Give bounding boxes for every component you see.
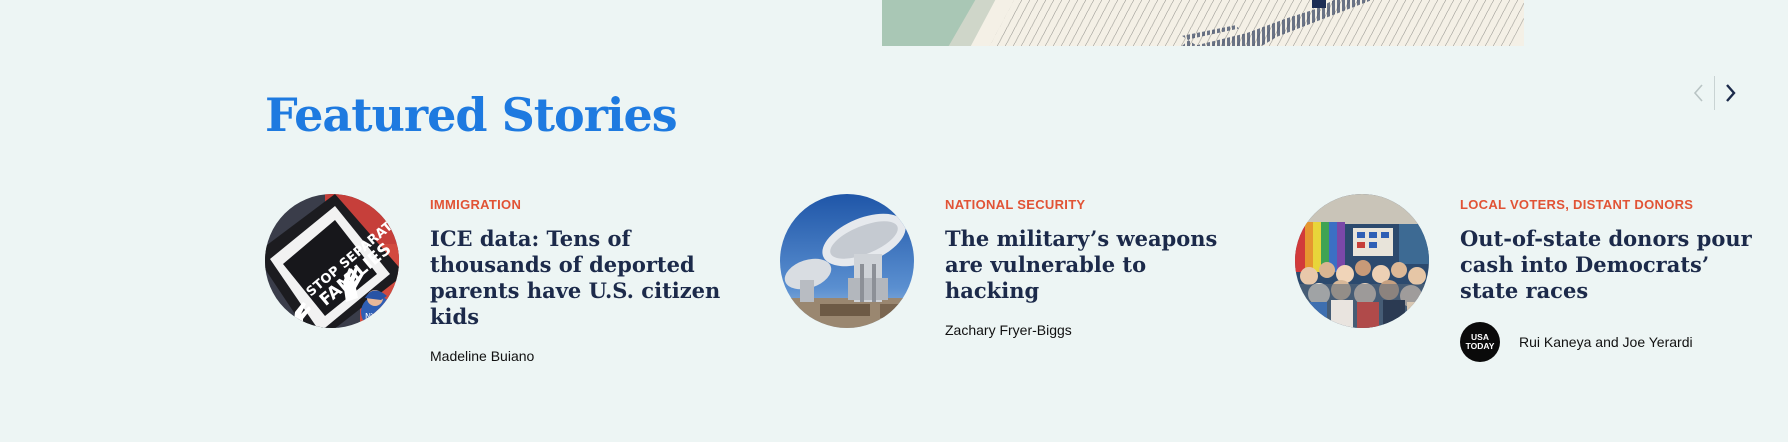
usa-today-logo-text: USA TODAY xyxy=(1465,332,1495,351)
author-joiner: and xyxy=(1595,334,1619,350)
carousel-next-button[interactable] xyxy=(1715,76,1745,110)
story-category[interactable]: IMMIGRATION xyxy=(430,197,730,212)
story-byline: USA TODAY Rui Kaneya and Joe Yerardi xyxy=(1460,322,1760,362)
radar-dish-image xyxy=(780,194,914,328)
usa-today-logo[interactable]: USA TODAY xyxy=(1460,322,1500,362)
story-text: IMMIGRATION ICE data: Tens of thousands … xyxy=(430,197,730,364)
story-thumbnail[interactable] xyxy=(780,194,914,328)
story-thumbnail[interactable]: STOP SEPARATING FAMILIES NY xyxy=(265,194,399,328)
story-byline: Madeline Buiano xyxy=(430,348,730,364)
author-name[interactable]: Rui Kaneya xyxy=(1519,334,1591,350)
story-headline[interactable]: The military’s weapons are vulnerable to… xyxy=(945,226,1245,304)
story-headline[interactable]: Out-of-state donors pour cash into Democ… xyxy=(1460,226,1760,304)
story-category[interactable]: NATIONAL SECURITY xyxy=(945,197,1245,212)
chevron-left-icon xyxy=(1693,84,1703,102)
svg-text:NY: NY xyxy=(365,312,376,321)
author-name[interactable]: Joe Yerardi xyxy=(1623,334,1693,350)
section-title: Featured Stories xyxy=(265,88,678,142)
chevron-right-icon xyxy=(1726,84,1736,102)
carousel-nav xyxy=(1684,76,1748,110)
story-text: LOCAL VOTERS, DISTANT DONORS Out-of-stat… xyxy=(1460,197,1760,362)
protest-sign-image: STOP SEPARATING FAMILIES NY xyxy=(265,194,399,328)
story-text: NATIONAL SECURITY The military’s weapons… xyxy=(945,197,1245,338)
hero-image-crop[interactable] xyxy=(882,0,1524,46)
byline-authors: Rui Kaneya and Joe Yerardi xyxy=(1519,334,1693,350)
story-headline[interactable]: ICE data: Tens of thousands of deported … xyxy=(430,226,730,330)
carousel-prev-button[interactable] xyxy=(1684,76,1714,110)
story-thumbnail[interactable] xyxy=(1295,194,1429,328)
author-name[interactable]: Madeline Buiano xyxy=(430,348,534,364)
story-byline: Zachary Fryer-Biggs xyxy=(945,322,1245,338)
story-category[interactable]: LOCAL VOTERS, DISTANT DONORS xyxy=(1460,197,1760,212)
author-name[interactable]: Zachary Fryer-Biggs xyxy=(945,322,1072,338)
hero-image-accent xyxy=(1312,0,1326,8)
campaign-crowd-image xyxy=(1295,194,1429,328)
